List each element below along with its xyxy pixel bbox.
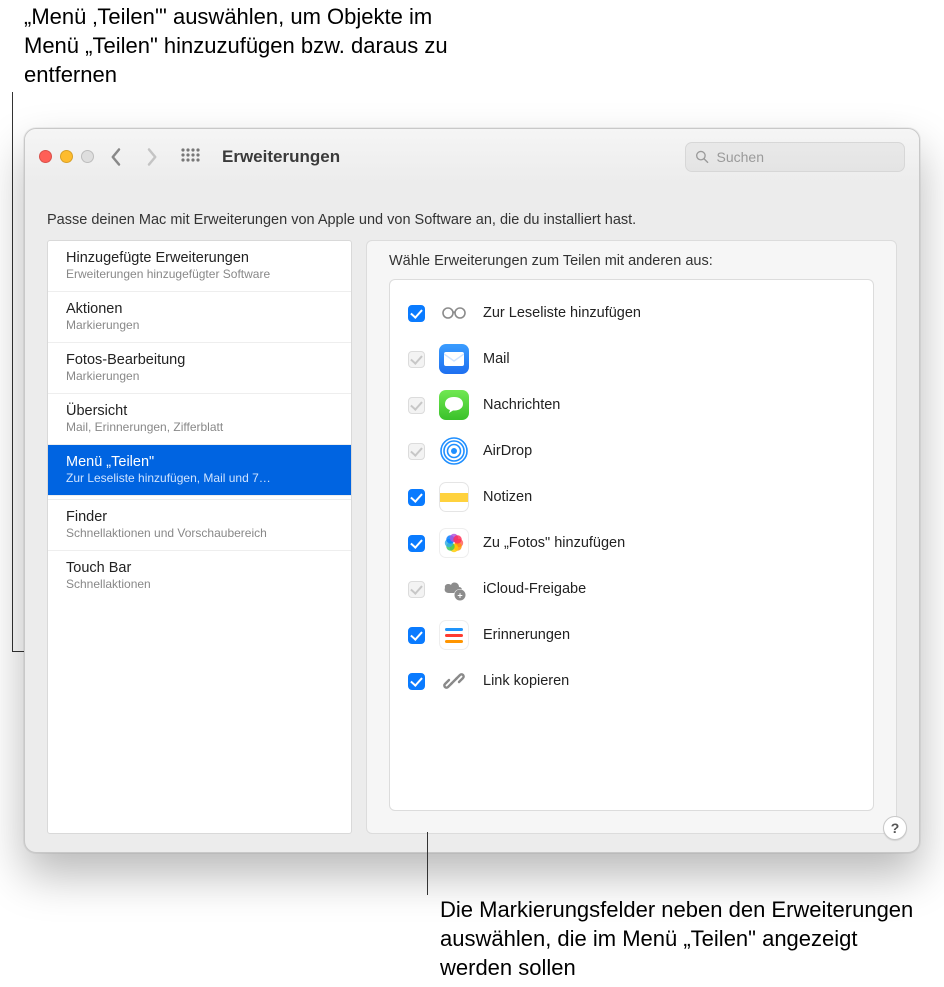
- extension-label: iCloud-Freigabe: [483, 581, 586, 597]
- extension-label: Nachrichten: [483, 397, 560, 413]
- extension-list: Zur Leseliste hinzufügen Mail Nachrichten A…: [389, 279, 874, 811]
- window-description: Passe deinen Mac mit Erweiterungen von A…: [25, 184, 919, 240]
- callout-bottom-line-v: [427, 832, 428, 895]
- category-sidebar: Hinzugefügte ErweiterungenErweiterungen …: [47, 240, 352, 834]
- detail-heading: Wähle Erweiterungen zum Teilen mit ander…: [367, 241, 896, 279]
- extension-row-0: Zur Leseliste hinzufügen: [390, 290, 873, 336]
- link-icon: [439, 666, 469, 696]
- chevron-right-icon: [145, 147, 158, 167]
- extension-row-3: AirDrop: [390, 428, 873, 474]
- extension-row-6: + iCloud-Freigabe: [390, 566, 873, 612]
- back-button[interactable]: [104, 143, 129, 171]
- extension-label: Notizen: [483, 489, 532, 505]
- extension-row-5: Zu „Fotos" hinzufügen: [390, 520, 873, 566]
- reading-list-icon: [439, 298, 469, 328]
- sidebar-item-3[interactable]: ÜbersichtMail, Erinnerungen, Zifferblatt: [48, 394, 351, 445]
- airdrop-icon: [439, 436, 469, 466]
- extension-checkbox[interactable]: [408, 489, 425, 506]
- messages-icon: [439, 390, 469, 420]
- window-body: Hinzugefügte ErweiterungenErweiterungen …: [25, 240, 919, 852]
- sidebar-item-sublabel: Zur Leseliste hinzufügen, Mail und 7…: [66, 471, 333, 485]
- sidebar-item-label: Aktionen: [66, 301, 333, 317]
- grid-icon: [180, 147, 200, 167]
- extension-label: Zu „Fotos" hinzufügen: [483, 535, 625, 551]
- close-button[interactable]: [39, 150, 52, 163]
- extension-checkbox[interactable]: [408, 305, 425, 322]
- detail-pane: Wähle Erweiterungen zum Teilen mit ander…: [366, 240, 897, 834]
- extension-label: Zur Leseliste hinzufügen: [483, 305, 641, 321]
- sidebar-item-label: Menü „Teilen": [66, 454, 333, 470]
- sidebar-item-sublabel: Mail, Erinnerungen, Zifferblatt: [66, 420, 333, 434]
- sidebar-item-4[interactable]: Menü „Teilen"Zur Leseliste hinzufügen, M…: [48, 445, 351, 496]
- extension-label: Erinnerungen: [483, 627, 570, 643]
- extension-label: Mail: [483, 351, 510, 367]
- extension-checkbox[interactable]: [408, 535, 425, 552]
- extension-label: AirDrop: [483, 443, 532, 459]
- window-title: Erweiterungen: [222, 147, 340, 167]
- svg-text:+: +: [457, 591, 462, 601]
- search-field[interactable]: [685, 142, 905, 172]
- sidebar-item-5[interactable]: FinderSchnellaktionen und Vorschaubereic…: [48, 500, 351, 551]
- sidebar-item-2[interactable]: Fotos-BearbeitungMarkierungen: [48, 343, 351, 394]
- sidebar-item-label: Touch Bar: [66, 560, 333, 576]
- sidebar-item-6[interactable]: Touch BarSchnellaktionen: [48, 551, 351, 601]
- window-traffic-lights: [39, 150, 94, 163]
- search-input[interactable]: [715, 148, 896, 166]
- sidebar-item-label: Finder: [66, 509, 333, 525]
- extension-row-8: Link kopieren: [390, 658, 873, 704]
- notes-icon: [439, 482, 469, 512]
- chevron-left-icon: [110, 147, 123, 167]
- sidebar-item-0[interactable]: Hinzugefügte ErweiterungenErweiterungen …: [48, 241, 351, 292]
- extension-checkbox[interactable]: [408, 627, 425, 644]
- sidebar-item-sublabel: Schnellaktionen: [66, 577, 333, 591]
- reminders-icon: [439, 620, 469, 650]
- window-toolbar: Erweiterungen: [25, 129, 919, 184]
- callout-bottom: Die Markierungsfelder neben den Erweiter…: [440, 895, 930, 982]
- preferences-window: Erweiterungen Passe deinen Mac mit Erwei…: [24, 128, 920, 853]
- zoom-button-disabled: [81, 150, 94, 163]
- sidebar-item-sublabel: Markierungen: [66, 318, 333, 332]
- mail-icon: [439, 344, 469, 374]
- callout-top-line-v: [12, 92, 13, 652]
- sidebar-item-label: Übersicht: [66, 403, 333, 419]
- photos-icon: [439, 528, 469, 558]
- extension-checkbox[interactable]: [408, 673, 425, 690]
- minimize-button[interactable]: [60, 150, 73, 163]
- extension-row-2: Nachrichten: [390, 382, 873, 428]
- extension-checkbox: [408, 351, 425, 368]
- extension-checkbox: [408, 443, 425, 460]
- extension-row-7: Erinnerungen: [390, 612, 873, 658]
- icloud-share-icon: +: [439, 574, 469, 604]
- extension-row-1: Mail: [390, 336, 873, 382]
- sidebar-item-label: Hinzugefügte Erweiterungen: [66, 250, 333, 266]
- sidebar-item-sublabel: Erweiterungen hinzugefügter Software: [66, 267, 333, 281]
- sidebar-item-1[interactable]: AktionenMarkierungen: [48, 292, 351, 343]
- extension-row-4: Notizen: [390, 474, 873, 520]
- search-icon: [695, 149, 709, 164]
- help-button[interactable]: ?: [883, 816, 907, 840]
- extension-checkbox: [408, 581, 425, 598]
- callout-top: „Menü ‚Teilen'" auswählen, um Objekte im…: [24, 2, 454, 89]
- show-all-button[interactable]: [174, 143, 206, 171]
- sidebar-item-sublabel: Markierungen: [66, 369, 333, 383]
- forward-button[interactable]: [139, 143, 164, 171]
- extension-label: Link kopieren: [483, 673, 569, 689]
- sidebar-item-sublabel: Schnellaktionen und Vorschaubereich: [66, 526, 333, 540]
- sidebar-item-label: Fotos-Bearbeitung: [66, 352, 333, 368]
- extension-checkbox: [408, 397, 425, 414]
